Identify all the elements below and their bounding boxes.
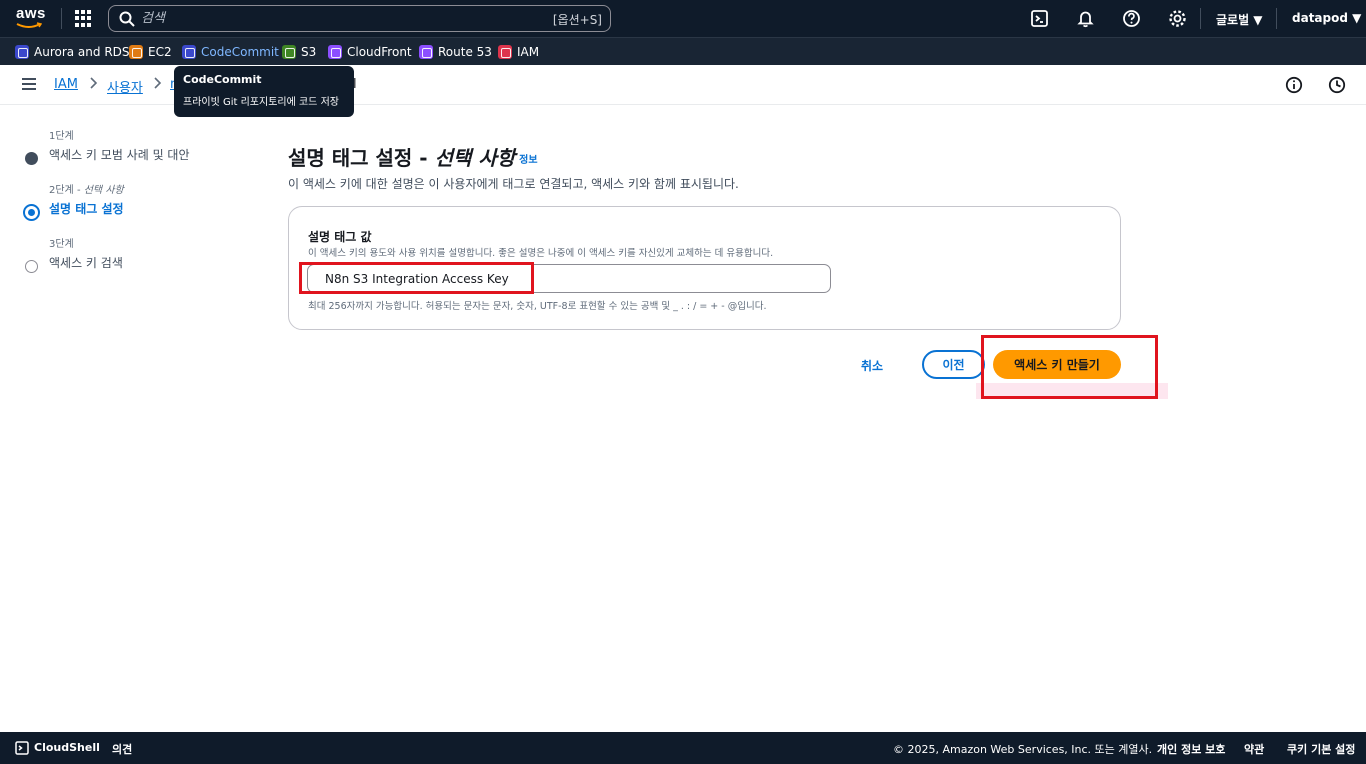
info-icon[interactable] [1285,76,1303,94]
top-navigation: aws [옵션+S] 글로벌 ▼ datapod ▼ [0,0,1366,37]
wizard-steps: 1단계 액세스 키 모범 사례 및 대안 2단계 - 선택 사항 설명 태그 설… [22,130,252,292]
page-description: 이 액세스 키에 대한 설명은 이 사용자에게 태그로 연결되고, 액세스 키와… [288,177,739,191]
step-number: 2단계 - 선택 사항 [49,185,124,196]
cloudshell-icon[interactable] [15,741,29,755]
search-shortcut-hint: [옵션+S] [552,13,602,27]
aws-logo-text: aws [16,5,46,22]
step-2[interactable]: 2단계 - 선택 사항 설명 태그 설정 [22,184,252,238]
account-menu[interactable]: datapod ▼ [1292,11,1361,25]
gear-icon[interactable] [1168,9,1187,28]
codecommit-tooltip: CodeCommit 프라이빗 Git 리포지토리에 코드 저장 [174,66,354,117]
cancel-button[interactable]: 취소 [861,354,883,376]
cloudfront-service-icon [328,45,342,59]
step-number: 3단계 [49,239,74,250]
menu-icon[interactable] [22,78,36,90]
bell-icon[interactable] [1076,9,1095,28]
previous-button[interactable]: 이전 [922,350,985,379]
terms-link[interactable]: 약관 [1244,741,1264,757]
ec2-service-icon [129,45,143,59]
clock-icon[interactable] [1328,76,1346,94]
aws-smile-icon [16,22,42,28]
field-constraint-text: 최대 256자까지 가능합니다. 허용되는 문자는 문자, 숫자, UTF-8로… [308,301,767,312]
region-selector[interactable]: 글로벌 ▼ [1216,11,1263,28]
breadcrumb-users[interactable]: 사용자 [107,77,143,96]
copyright-text: © 2025, Amazon Web Services, Inc. 또는 계열사… [893,743,1153,756]
chevron-right-icon [152,76,162,90]
page-title: 설명 태그 설정 - 선택 사항 정보 [288,146,538,170]
nav-divider [61,8,62,29]
help-icon[interactable] [1122,9,1141,28]
search-input[interactable] [141,8,541,29]
create-access-key-button[interactable]: 액세스 키 만들기 [993,350,1121,379]
field-help-text: 이 액세스 키의 용도와 사용 위치를 설명합니다. 좋은 설명은 나중에 이 … [308,248,774,259]
s3-service-icon [282,45,296,59]
favorite-iam[interactable]: IAM [498,44,539,60]
step-current-icon [23,204,40,221]
description-tag-panel: 설명 태그 값 이 액세스 키의 용도와 사용 위치를 설명합니다. 좋은 설명… [288,206,1121,330]
search-icon [119,11,135,27]
nav-divider [1276,8,1277,29]
privacy-link[interactable]: 개인 정보 보호 [1157,741,1225,757]
step-pending-icon [25,260,38,273]
codecommit-service-icon [182,45,196,59]
favorite-aurora-rds[interactable]: Aurora and RDS [15,44,130,60]
favorite-route53[interactable]: Route 53 [419,44,492,60]
field-label: 설명 태그 값 [308,230,372,244]
step-name: 설명 태그 설정 [49,202,124,216]
services-grid-icon[interactable] [75,10,92,27]
favorites-bar: Aurora and RDS EC2 CodeCommit S3 CloudFr… [0,37,1366,65]
cloudshell-icon[interactable] [1030,9,1049,28]
step-complete-icon [25,152,38,165]
rds-service-icon [15,45,29,59]
step-number: 1단계 [49,131,74,142]
search-box[interactable]: [옵션+S] [108,5,611,32]
favorite-codecommit[interactable]: CodeCommit [182,44,279,60]
cookie-preferences-link[interactable]: 쿠키 기본 설정 [1287,741,1355,757]
step-3: 3단계 액세스 키 검색 [22,238,252,292]
tooltip-title: CodeCommit [183,73,262,86]
footer: CloudShell 의견 © 2025, Amazon Web Service… [0,732,1366,764]
iam-service-icon [498,45,512,59]
step-name: 액세스 키 검색 [49,256,123,270]
step-1[interactable]: 1단계 액세스 키 모범 사례 및 대안 [22,130,252,184]
chevron-right-icon [88,76,98,90]
tooltip-description: 프라이빗 Git 리포지토리에 코드 저장 [183,97,339,108]
route53-service-icon [419,45,433,59]
favorite-cloudfront[interactable]: CloudFront [328,44,412,60]
aws-logo[interactable]: aws [16,6,48,32]
highlight-shadow [976,383,1168,399]
feedback-link[interactable]: 의견 [112,741,132,757]
step-name: 액세스 키 모범 사례 및 대안 [49,148,190,162]
favorite-s3[interactable]: S3 [282,44,316,60]
cloudshell-link[interactable]: CloudShell [34,741,100,754]
description-tag-input[interactable] [307,264,831,293]
favorite-ec2[interactable]: EC2 [129,44,172,60]
info-link[interactable]: 정보 [519,155,537,166]
nav-divider [1200,8,1201,29]
breadcrumb-iam[interactable]: IAM [54,77,78,92]
